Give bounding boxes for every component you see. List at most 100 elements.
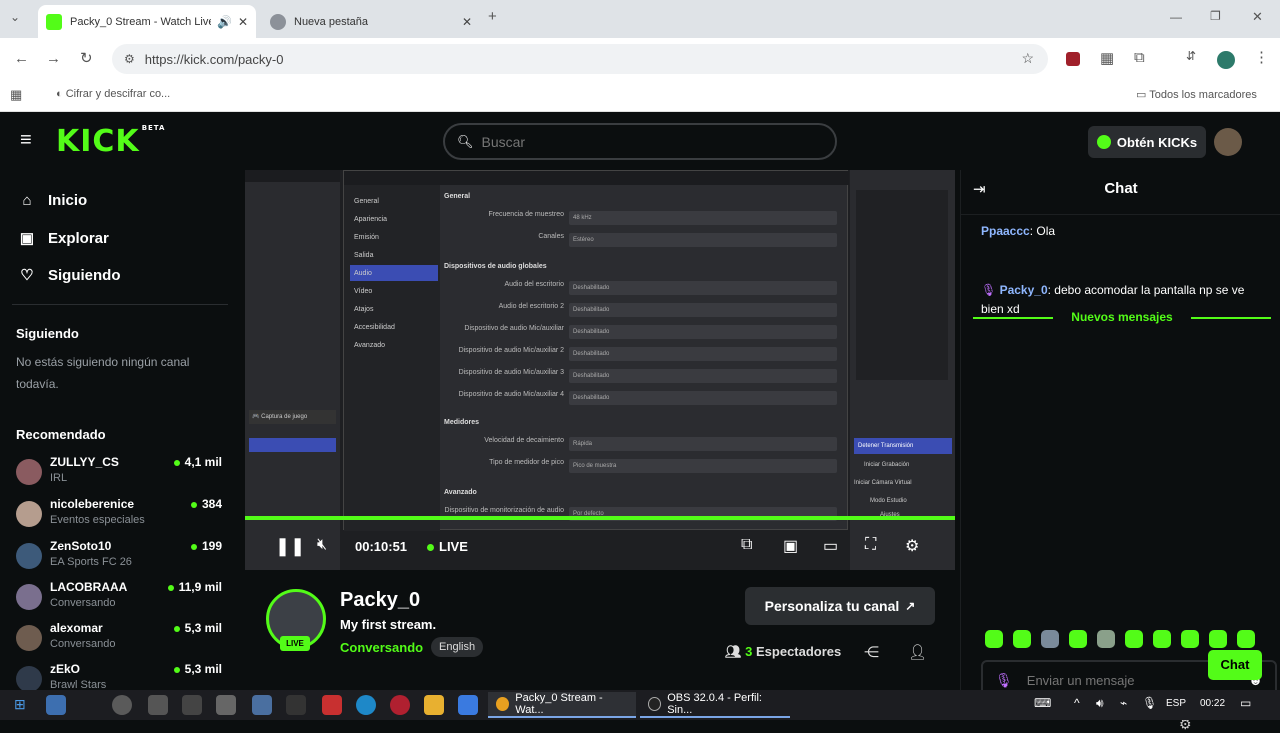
volume-icon[interactable]: 🔊︎: [1096, 696, 1104, 711]
extension-icon[interactable]: [1066, 52, 1080, 66]
channel-name[interactable]: Packy_0: [340, 589, 420, 612]
obs-setting-value: Deshabilitado: [569, 369, 837, 383]
recommended-channel[interactable]: ZenSoto10 EA Sports FC 26 199: [16, 539, 226, 579]
emote-icon[interactable]: [1013, 630, 1031, 648]
opera-icon[interactable]: [390, 695, 410, 715]
bookmark-item[interactable]: ◐ Cifrar y descifrar co...: [56, 88, 170, 100]
menu-dots-icon[interactable]: ⋮: [1254, 48, 1269, 66]
emote-icon[interactable]: [1153, 630, 1171, 648]
taskbar-app-icon[interactable]: [112, 695, 132, 715]
emote-icon[interactable]: [1181, 630, 1199, 648]
recommended-channel[interactable]: nicoleberenice Eventos especiales 384: [16, 497, 226, 537]
windows-start-icon[interactable]: ⊞: [14, 696, 26, 713]
kick-logo[interactable]: KICK BETA: [56, 124, 165, 159]
mini-player-icon[interactable]: ▣: [783, 536, 798, 556]
hamburger-menu-icon[interactable]: ≡: [20, 129, 32, 152]
recommended-channel[interactable]: ZULLYY_CS IRL 4,1 mil: [16, 455, 226, 495]
taskbar-app-icon[interactable]: [252, 695, 272, 715]
customize-channel-button[interactable]: Personaliza tu canal ↗: [745, 587, 935, 625]
taskbar-app-icon[interactable]: [148, 695, 168, 715]
pause-icon[interactable]: ❚❚: [275, 536, 305, 557]
emote-icon[interactable]: [1209, 630, 1227, 648]
avatar: [16, 584, 42, 610]
progress-bar[interactable]: [245, 516, 955, 520]
share-icon[interactable]: ⋲: [864, 643, 879, 661]
chat-input[interactable]: [1026, 672, 1227, 688]
tab-search-icon[interactable]: ⌄: [10, 10, 20, 24]
obs-setting-row: Audio del escritorio Deshabilitado: [444, 281, 837, 297]
taskbar-app-icon[interactable]: [46, 695, 66, 715]
new-tab-button[interactable]: +: [488, 8, 497, 25]
following-empty-text: No estás siguiendo ningún canal todavía.: [16, 355, 190, 391]
chat-send-button[interactable]: Chat: [1208, 650, 1262, 680]
stream-category[interactable]: Conversando: [340, 640, 423, 655]
taskbar-app-icon[interactable]: [286, 695, 306, 715]
tab-title: Packy_0 Stream - Watch Live: [70, 15, 211, 28]
picture-in-picture-icon[interactable]: ⧉: [741, 536, 752, 554]
emote-icon[interactable]: [1041, 630, 1059, 648]
close-tab-icon[interactable]: ✕: [462, 15, 472, 29]
emote-icon[interactable]: [1125, 630, 1143, 648]
clock[interactable]: 00:22: [1200, 698, 1225, 709]
extension-icon[interactable]: ▦: [1100, 49, 1114, 67]
channel-name: ZULLYY_CS: [50, 455, 119, 469]
bookmark-star-icon[interactable]: ☆: [1021, 50, 1034, 67]
obs-section-title: Medidores: [444, 419, 480, 426]
obs-setting-value: 48 kHz: [569, 211, 837, 225]
taskbar-app-icon[interactable]: [458, 695, 478, 715]
puzzle-icon[interactable]: ⧉: [1134, 49, 1145, 66]
extension-icon[interactable]: ⇵: [1186, 49, 1196, 63]
taskbar-app-icon[interactable]: [322, 695, 342, 715]
notification-icon[interactable]: ▭: [1240, 696, 1251, 710]
theater-mode-icon[interactable]: ▭: [823, 536, 838, 556]
sidebar-item-siguiendo[interactable]: ♡ Siguiendo: [16, 263, 120, 287]
user-avatar[interactable]: [1214, 128, 1242, 156]
mute-icon[interactable]: 🔇︎: [317, 536, 327, 554]
taskbar-window-title: Packy_0 Stream - Wat...: [515, 692, 603, 716]
microphone-icon[interactable]: 🎙︎: [1142, 696, 1157, 710]
back-icon[interactable]: ←: [14, 50, 29, 67]
forward-icon[interactable]: →: [46, 50, 61, 67]
folder-icon[interactable]: [424, 695, 444, 715]
fullscreen-icon[interactable]: ⛶: [865, 536, 876, 554]
close-window-icon[interactable]: ✕: [1252, 9, 1263, 25]
video-player[interactable]: 🎮 Captura de juego General Apariencia Em…: [245, 170, 955, 570]
taskbar-app-icon[interactable]: [216, 695, 236, 715]
emote-icon[interactable]: [1069, 630, 1087, 648]
settings-gear-icon[interactable]: ⚙: [905, 536, 919, 556]
language-indicator[interactable]: ESP: [1166, 698, 1186, 709]
chat-username[interactable]: Packy_0: [1000, 283, 1048, 297]
get-kicks-button[interactable]: Obtén KICKs: [1088, 126, 1206, 158]
user-settings-icon[interactable]: 👤︎: [908, 643, 927, 661]
taskbar-window-chrome[interactable]: Packy_0 Stream - Wat...: [488, 692, 636, 718]
recommended-channel[interactable]: LACOBRAAA Conversando 11,9 mil: [16, 580, 226, 620]
all-bookmarks[interactable]: ▭ Todos los marcadores: [1136, 88, 1257, 101]
taskbar-app-icon[interactable]: [182, 695, 202, 715]
language-tag[interactable]: English: [431, 637, 484, 657]
profile-avatar[interactable]: [1217, 51, 1235, 69]
maximize-icon[interactable]: ❐: [1210, 9, 1221, 23]
emote-icon[interactable]: [1237, 630, 1255, 648]
minimize-icon[interactable]: —: [1170, 10, 1182, 24]
network-icon[interactable]: ⌁: [1120, 696, 1127, 710]
search-input[interactable]: [481, 133, 802, 150]
address-bar[interactable]: ⚙ https://kick.com/packy-0 ☆: [112, 44, 1048, 74]
site-info-icon[interactable]: ⚙: [124, 52, 135, 66]
edge-icon[interactable]: [356, 695, 376, 715]
sidebar-item-inicio[interactable]: ⌂ Inicio: [16, 188, 87, 212]
taskbar-window-obs[interactable]: OBS 32.0.4 - Perfil: Sin...: [640, 692, 790, 718]
recommended-channel[interactable]: alexomar Conversando 5,3 mil: [16, 621, 226, 661]
tray-chevron-icon[interactable]: ^: [1074, 696, 1080, 710]
player-controls: ❚❚ 🔇︎ 00:10:51 LIVE ⧉ ▣ ▭ ⛶ ⚙: [245, 522, 955, 568]
search-bar[interactable]: 🔍︎: [443, 123, 837, 160]
tab-kick-stream[interactable]: Packy_0 Stream - Watch Live 🔊 ✕: [38, 5, 256, 38]
reload-icon[interactable]: ↻: [80, 49, 93, 67]
tab-new-tab[interactable]: Nueva pestaña ✕: [262, 5, 480, 38]
emote-icon[interactable]: [985, 630, 1003, 648]
apps-grid-icon[interactable]: ▦: [10, 87, 22, 103]
emote-icon[interactable]: [1097, 630, 1115, 648]
chat-username[interactable]: Ppaaccc: [981, 224, 1030, 238]
sidebar-item-explorar[interactable]: ▣ Explorar: [16, 226, 109, 250]
close-tab-icon[interactable]: ✕: [238, 15, 248, 29]
keyboard-icon[interactable]: ⌨: [1034, 696, 1051, 710]
